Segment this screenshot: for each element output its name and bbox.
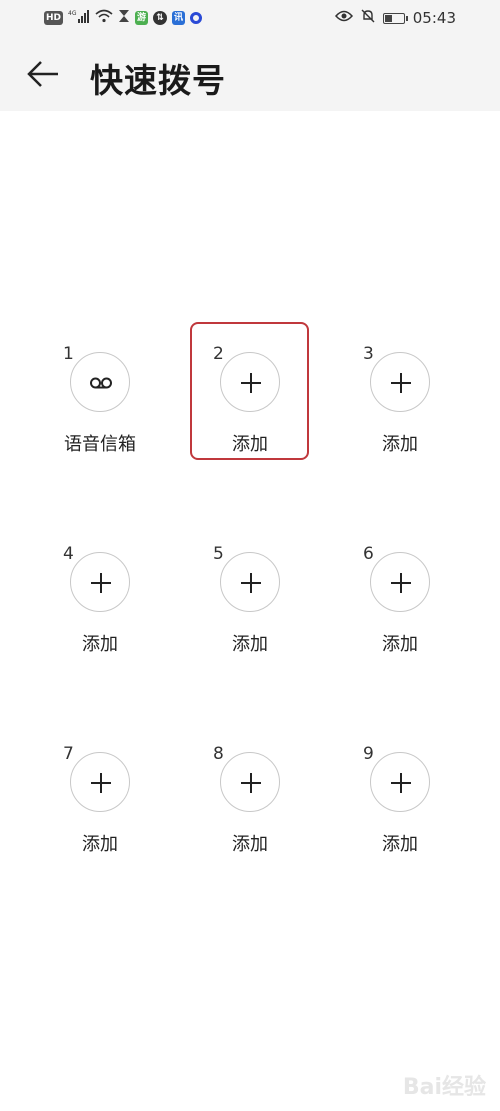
speed-dial-item[interactable]: 9 添加 [335,744,465,872]
plus-icon[interactable] [70,552,130,612]
speed-dial-item[interactable]: 6 添加 [335,544,465,672]
speed-dial-item[interactable]: 3 添加 [335,344,465,472]
plus-icon[interactable] [370,352,430,412]
speed-dial-label: 添加 [232,634,268,655]
watermark: Bai经验 [402,1075,486,1100]
plus-icon[interactable] [370,752,430,812]
speed-dial-label: 添加 [382,834,418,855]
speed-dial-label: 添加 [82,834,118,855]
voicemail-icon[interactable] [70,352,130,412]
speed-dial-label: 添加 [82,634,118,655]
speed-dial-grid: 1 语音信箱 2 添加 3 添加 4 添加 5 添加 6 添加 7 添加 8 添加 9 添加 [0,0,500,1111]
plus-icon[interactable] [70,752,130,812]
speed-dial-label: 添加 [382,634,418,655]
speed-dial-label: 语音信箱 [64,434,136,455]
speed-dial-item[interactable]: 1 语音信箱 [35,344,165,472]
speed-dial-label: 添加 [382,434,418,455]
speed-dial-item[interactable]: 4 添加 [35,544,165,672]
speed-dial-item[interactable]: 8 添加 [185,744,315,872]
plus-icon[interactable] [220,752,280,812]
speed-dial-item[interactable]: 5 添加 [185,544,315,672]
highlight-box [190,322,309,460]
plus-icon[interactable] [220,552,280,612]
plus-icon[interactable] [370,552,430,612]
speed-dial-label: 添加 [232,834,268,855]
speed-dial-item[interactable]: 7 添加 [35,744,165,872]
